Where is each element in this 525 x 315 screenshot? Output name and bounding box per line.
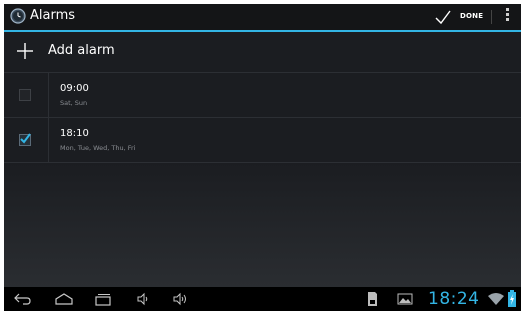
add-alarm-button[interactable]: Add alarm: [4, 32, 521, 73]
overflow-menu-icon[interactable]: [505, 8, 511, 26]
action-bar: Alarms DONE: [4, 4, 521, 32]
plus-icon: [17, 43, 33, 59]
page-title: Alarms: [30, 8, 76, 23]
gallery-icon: [397, 293, 413, 305]
done-check-icon[interactable]: [434, 9, 452, 25]
alarm-checkbox[interactable]: [19, 133, 31, 146]
alarm-days: Mon, Tue, Wed, Thu, Fri: [60, 144, 136, 152]
battery-charging-icon: [508, 290, 516, 307]
alarm-days: Sat, Sun: [60, 99, 88, 107]
alarm-item[interactable]: 09:00 Sat, Sun: [4, 73, 521, 118]
volume-down-icon[interactable]: [136, 292, 150, 306]
add-alarm-label: Add alarm: [48, 43, 115, 58]
clock-app-icon[interactable]: [10, 8, 26, 24]
checkmark-icon: [20, 133, 31, 144]
alarm-item[interactable]: 18:10 Mon, Tue, Wed, Thu, Fri: [4, 118, 521, 163]
recent-apps-icon[interactable]: [94, 292, 112, 306]
device-screen: Alarms DONE Add alarm 09:00 Sat, Sun 18:…: [4, 4, 521, 311]
alarm-time: 09:00: [60, 83, 89, 94]
empty-list-area: [4, 163, 521, 287]
home-icon[interactable]: [54, 292, 74, 306]
status-clock: 18:24: [428, 289, 480, 309]
volume-up-icon[interactable]: [172, 292, 190, 306]
system-bar: 18:24: [4, 287, 521, 311]
sd-card-icon: [368, 292, 377, 306]
alarm-toggle-cell[interactable]: [4, 73, 49, 117]
back-icon[interactable]: [14, 292, 32, 306]
alarm-toggle-cell[interactable]: [4, 118, 49, 162]
wifi-icon: [488, 293, 504, 305]
alarm-time: 18:10: [60, 128, 89, 139]
action-bar-divider: [491, 10, 492, 24]
done-button[interactable]: DONE: [460, 12, 483, 20]
alarm-checkbox[interactable]: [19, 89, 31, 101]
